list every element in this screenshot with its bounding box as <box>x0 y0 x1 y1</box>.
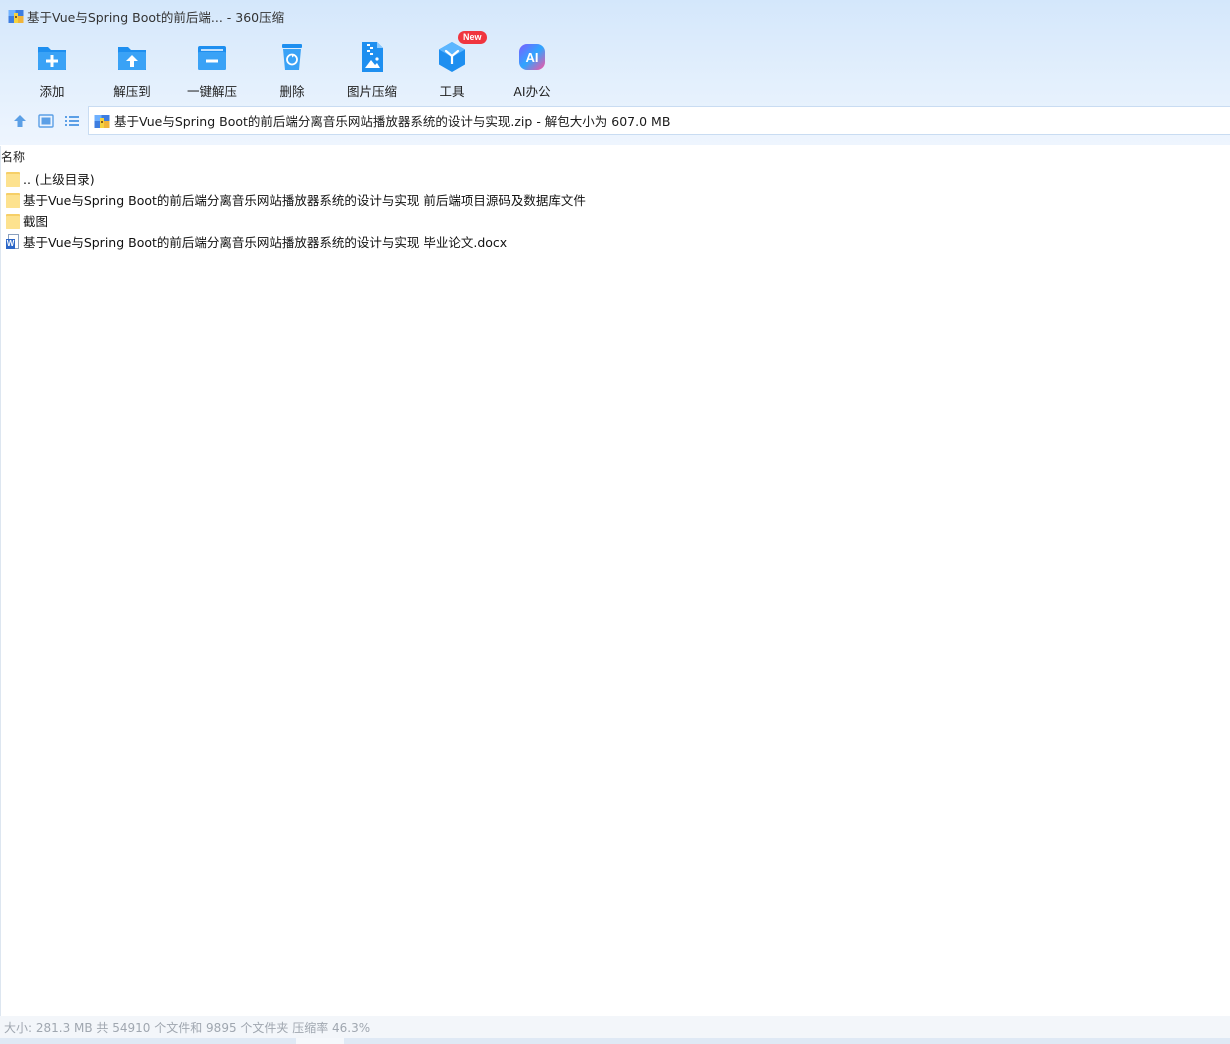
ai-office-icon: AI <box>515 40 549 74</box>
scrollbar-thumb[interactable] <box>296 1038 344 1044</box>
tools-label: 工具 <box>439 84 465 99</box>
image-compress-icon <box>355 40 389 74</box>
add-label: 添加 <box>39 84 65 99</box>
list-item[interactable]: W 基于Vue与Spring Boot的前后端分离音乐网站播放器系统的设计与实现… <box>0 231 1230 252</box>
word-glyph: W <box>6 238 15 249</box>
title-bar: 基于Vue与Spring Boot的前后端... - 360压缩 <box>0 0 1230 32</box>
top-area: 基于Vue与Spring Boot的前后端... - 360压缩 添加 解压到 … <box>0 0 1230 145</box>
word-document-icon: W <box>6 233 20 250</box>
add-icon <box>35 40 69 74</box>
app-logo-icon <box>8 8 24 24</box>
list-header: 名称 <box>0 146 1230 164</box>
up-arrow-icon[interactable] <box>11 112 29 130</box>
one-click-extract-label: 一键解压 <box>186 84 237 99</box>
list-item-label: 截图 <box>23 214 49 229</box>
navigation-row: 基于Vue与Spring Boot的前后端分离音乐网站播放器系统的设计与实现.z… <box>0 106 1230 136</box>
folder-icon <box>6 171 20 187</box>
list-item[interactable]: 截图 <box>0 210 1230 231</box>
ai-office-label: AI办公 <box>513 84 551 99</box>
image-compress-button[interactable]: 图片压缩 <box>332 36 412 100</box>
horizontal-scrollbar[interactable] <box>0 1038 1230 1044</box>
list-view-icon[interactable] <box>63 112 81 130</box>
ai-office-button[interactable]: AI AI办公 <box>492 36 572 100</box>
image-compress-label: 图片压缩 <box>346 84 397 99</box>
list-item-label: 基于Vue与Spring Boot的前后端分离音乐网站播放器系统的设计与实现 前… <box>23 193 586 208</box>
tools-button[interactable]: New 工具 <box>412 31 492 100</box>
tools-icon <box>435 40 469 74</box>
delete-icon <box>275 40 309 74</box>
address-path: 基于Vue与Spring Boot的前后端分离音乐网站播放器系统的设计与实现.z… <box>114 114 671 129</box>
status-bar: 大小: 281.3 MB 共 54910 个文件和 9895 个文件夹 压缩率 … <box>0 1016 1230 1038</box>
one-click-extract-button[interactable]: 一键解压 <box>172 36 252 100</box>
column-header-name[interactable]: 名称 <box>1 148 25 165</box>
add-button[interactable]: 添加 <box>12 36 92 100</box>
folder-icon <box>6 192 20 208</box>
list-item-label: 基于Vue与Spring Boot的前后端分离音乐网站播放器系统的设计与实现 毕… <box>23 235 508 250</box>
app-window: 基于Vue与Spring Boot的前后端... - 360压缩 添加 解压到 … <box>0 0 1230 1044</box>
list-item[interactable]: 基于Vue与Spring Boot的前后端分离音乐网站播放器系统的设计与实现 前… <box>0 189 1230 210</box>
extract-to-icon <box>115 40 149 74</box>
thumbnail-view-icon[interactable] <box>37 112 55 130</box>
zip-archive-icon <box>94 113 110 129</box>
one-click-extract-icon <box>195 40 229 74</box>
new-badge: New <box>458 31 487 44</box>
address-bar[interactable]: 基于Vue与Spring Boot的前后端分离音乐网站播放器系统的设计与实现.z… <box>88 106 1230 135</box>
list-left-border <box>0 146 1 1016</box>
window-title: 基于Vue与Spring Boot的前后端... - 360压缩 <box>27 9 285 25</box>
delete-label: 删除 <box>279 84 305 99</box>
toolbar: 添加 解压到 一键解压 删除 图片压缩 New 工具 AI AI办公 <box>12 31 572 100</box>
list-item-parent-dir[interactable]: .. (上级目录) <box>0 168 1230 189</box>
ai-glyph: AI <box>526 50 539 65</box>
delete-button[interactable]: 删除 <box>252 36 332 100</box>
list-item-label: .. (上级目录) <box>23 172 95 187</box>
extract-to-label: 解压到 <box>113 84 151 99</box>
folder-icon <box>6 213 20 229</box>
status-text: 大小: 281.3 MB 共 54910 个文件和 9895 个文件夹 压缩率 … <box>4 1020 371 1035</box>
file-list: .. (上级目录) 基于Vue与Spring Boot的前后端分离音乐网站播放器… <box>0 168 1230 252</box>
extract-to-button[interactable]: 解压到 <box>92 36 172 100</box>
